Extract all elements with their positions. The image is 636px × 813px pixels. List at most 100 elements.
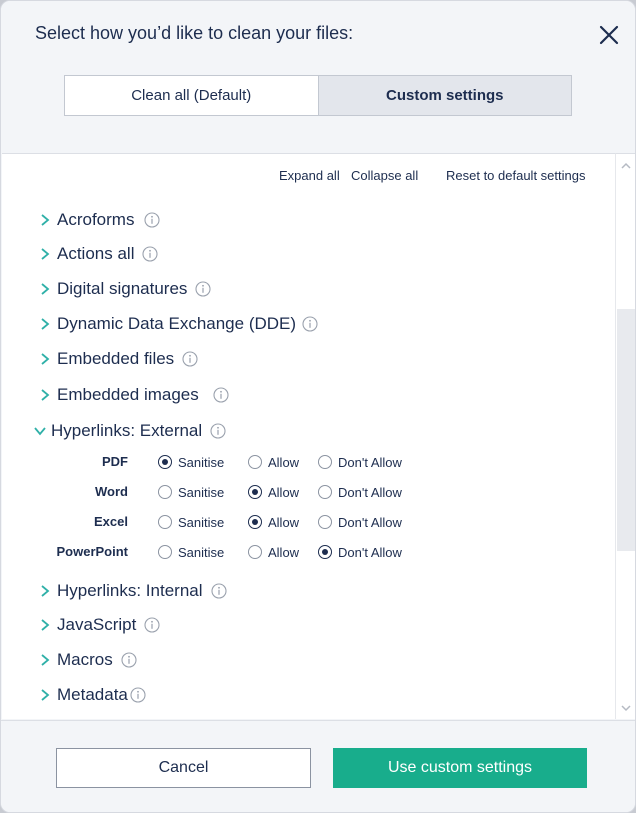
radio-option[interactable]: Don't Allow (318, 512, 402, 532)
category-row[interactable]: Macros (39, 648, 137, 672)
settings-list[interactable]: Expand all Collapse all Reset to default… (2, 153, 615, 719)
category-label: Embedded files (57, 349, 175, 368)
radio-button[interactable] (318, 485, 332, 499)
category-row[interactable]: Dynamic Data Exchange (DDE) (39, 312, 318, 336)
dialog-footer: Cancel Use custom settings (1, 720, 635, 812)
radio-label: Don't Allow (338, 514, 402, 530)
category-label: Hyperlinks: Internal (57, 581, 203, 600)
radio-label: Sanitise (178, 454, 225, 470)
radio-button[interactable] (248, 545, 262, 559)
scrollbar[interactable] (615, 153, 635, 719)
info-icon[interactable] (121, 652, 137, 668)
chevron-right-icon (41, 389, 50, 401)
radio-option[interactable]: Allow (248, 452, 299, 472)
radio-label: Allow (268, 484, 300, 500)
clean-mode-toggle: Clean all (Default) Custom settings (64, 75, 572, 116)
info-icon[interactable] (144, 617, 160, 633)
chevron-right-icon (41, 248, 50, 260)
radio-button[interactable] (318, 455, 332, 469)
radio-option[interactable]: Allow (248, 512, 299, 532)
tab-clean-all[interactable]: Clean all (Default) (65, 76, 319, 115)
radio-option[interactable]: Sanitise (158, 542, 224, 562)
radio-label: Don't Allow (338, 454, 402, 470)
radio-option[interactable]: Sanitise (158, 512, 224, 532)
category-label: Dynamic Data Exchange (DDE) (57, 314, 297, 333)
radio-label: Allow (268, 544, 300, 560)
dialog-header: Select how you’d like to clean your file… (1, 1, 635, 153)
category-row[interactable]: Embedded files (39, 347, 198, 371)
info-icon[interactable] (142, 246, 159, 262)
info-icon[interactable] (130, 687, 146, 703)
info-icon[interactable] (213, 387, 229, 403)
category-label: Actions all (57, 244, 135, 263)
radio-option[interactable]: Allow (248, 542, 299, 562)
radio-button[interactable] (158, 515, 172, 529)
scroll-down-icon[interactable] (620, 702, 632, 714)
info-icon[interactable] (144, 212, 161, 228)
radio-label: Don't Allow (338, 484, 402, 500)
info-icon[interactable] (210, 583, 227, 599)
category-row[interactable]: Hyperlinks: Internal (39, 579, 227, 603)
category-label: Macros (57, 650, 113, 669)
category-row[interactable]: Hyperlinks: External (33, 419, 226, 443)
radio-button[interactable] (158, 485, 172, 499)
radio-button[interactable] (248, 515, 262, 529)
category-label: Acroforms (57, 210, 135, 229)
radio-option[interactable]: Don't Allow (318, 482, 402, 502)
category-label: Metadata (57, 685, 128, 704)
chevron-right-icon (41, 353, 50, 365)
category-row[interactable]: Digital signatures (39, 277, 211, 301)
file-type-label: Excel (94, 514, 128, 529)
file-type-label: Word (95, 484, 128, 499)
chevron-right-icon (41, 318, 50, 330)
category-row[interactable]: Acroforms (39, 208, 161, 232)
chevron-right-icon (41, 689, 50, 701)
scroll-up-icon[interactable] (620, 160, 632, 172)
info-icon[interactable] (182, 351, 198, 367)
chevron-right-icon (41, 585, 50, 597)
close-icon[interactable] (595, 21, 623, 49)
radio-label: Sanitise (178, 514, 225, 530)
chevron-down-icon (34, 427, 46, 436)
radio-option[interactable]: Don't Allow (318, 542, 402, 562)
radio-label: Allow (268, 514, 300, 530)
file-type-option-row: Word Sanitise Allow Don't Allow (2, 482, 602, 502)
radio-label: Don't Allow (338, 544, 402, 560)
category-row[interactable]: Actions all (39, 242, 159, 266)
expand-all-link[interactable]: Expand all (279, 168, 340, 183)
category-row[interactable]: Embedded images (39, 383, 229, 407)
dialog-title: Select how you’d like to clean your file… (35, 23, 354, 43)
tab-custom-settings[interactable]: Custom settings (318, 76, 571, 115)
scrollbar-thumb[interactable] (617, 309, 635, 551)
radio-label: Allow (268, 454, 300, 470)
collapse-all-link[interactable]: Collapse all (351, 168, 418, 183)
radio-button[interactable] (248, 485, 262, 499)
chevron-right-icon (41, 283, 50, 295)
category-label: Digital signatures (57, 279, 188, 298)
use-custom-settings-button[interactable]: Use custom settings (333, 748, 587, 788)
info-icon[interactable] (302, 316, 318, 332)
category-label: Embedded images (57, 385, 199, 404)
info-icon[interactable] (195, 281, 211, 297)
radio-button[interactable] (318, 515, 332, 529)
category-row[interactable]: JavaScript (39, 613, 160, 637)
radio-label: Sanitise (178, 484, 225, 500)
radio-option[interactable]: Allow (248, 482, 299, 502)
radio-button[interactable] (158, 545, 172, 559)
category-row[interactable]: Metadata (39, 683, 146, 707)
file-type-option-row: PDF Sanitise Allow Don't Allow (2, 452, 602, 472)
radio-option[interactable]: Don't Allow (318, 452, 402, 472)
cancel-button[interactable]: Cancel (56, 748, 311, 788)
info-icon[interactable] (210, 423, 226, 439)
clean-files-dialog: Select how you’d like to clean your file… (0, 0, 636, 813)
category-label: Hyperlinks: External (51, 421, 203, 440)
radio-button[interactable] (318, 545, 332, 559)
radio-button[interactable] (248, 455, 262, 469)
chevron-right-icon (41, 619, 50, 631)
chevron-right-icon (41, 654, 50, 666)
radio-option[interactable]: Sanitise (158, 452, 224, 472)
reset-defaults-link[interactable]: Reset to default settings (446, 168, 585, 183)
radio-option[interactable]: Sanitise (158, 482, 224, 502)
radio-button[interactable] (158, 455, 172, 469)
file-type-label: PowerPoint (56, 544, 128, 559)
